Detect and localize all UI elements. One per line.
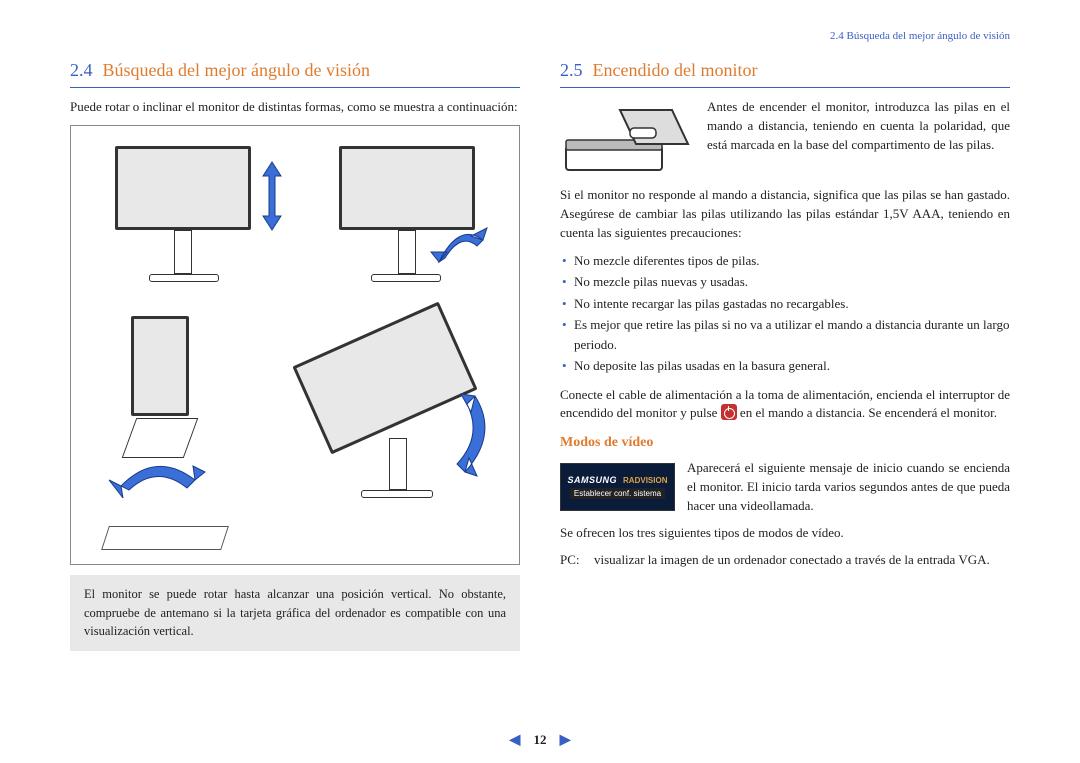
text-fragment: en el mando a distancia. Se encenderá el… — [737, 405, 997, 420]
list-item: No deposite las pilas usadas en la basur… — [560, 356, 1010, 376]
section-title: Búsqueda del mejor ángulo de visión — [103, 60, 370, 80]
list-item: Es mejor que retire las pilas si no va a… — [560, 315, 1010, 354]
page-number: 12 — [534, 732, 547, 747]
section-title: Encendido del monitor — [593, 60, 758, 80]
paragraph-video-modes-intro: Se ofrecen los tres siguientes tipos de … — [560, 524, 1010, 543]
definition-body: visualizar la imagen de un ordenador con… — [594, 551, 990, 570]
list-item: No intente recargar las pilas gastadas n… — [560, 294, 1010, 314]
next-page-arrow-icon[interactable]: ▶ — [550, 733, 581, 748]
note-box: El monitor se puede rotar hasta alcanzar… — [70, 575, 520, 651]
section-number: 2.5 — [560, 60, 583, 80]
subsection-video-modes: Modos de vídeo — [560, 435, 1010, 451]
definition-pc: PC: visualizar la imagen de un ordenador… — [560, 551, 1010, 570]
brand-samsung: SAMSUNG — [568, 475, 618, 485]
right-column: 2.5Encendido del monitor Antes de encend… — [560, 60, 1010, 651]
pager: ◀ 12 ▶ — [0, 732, 1080, 749]
section-2-5-heading: 2.5 Encendido del monitor — [560, 60, 1010, 81]
rotation-figure — [70, 125, 520, 565]
tilt-arrow-icon — [429, 222, 489, 270]
power-button-icon — [721, 404, 737, 420]
left-column: 2.4 Búsqueda del mejor ángulo de visión P… — [70, 60, 520, 651]
precautions-list: No mezcle diferentes tipos de pilas. No … — [560, 251, 1010, 376]
section-2-4-heading: 2.4 Búsqueda del mejor ángulo de visión — [70, 60, 520, 81]
list-item: No mezcle diferentes tipos de pilas. — [560, 251, 1010, 271]
list-item: No mezcle pilas nuevas y usadas. — [560, 272, 1010, 292]
paragraph-power-on: Conecte el cable de alimentación a la to… — [560, 386, 1010, 424]
two-column-layout: 2.4 Búsqueda del mejor ángulo de visión P… — [70, 60, 1010, 651]
remote-battery-figure — [560, 102, 695, 182]
definition-term: PC: — [560, 551, 584, 570]
heading-rule — [70, 87, 520, 88]
startup-message-figure: SAMSUNG RADVISION Establecer conf. siste… — [560, 463, 675, 511]
heading-rule — [560, 87, 1010, 88]
section-number: 2.4 — [70, 60, 93, 80]
vertical-arrow-icon — [259, 160, 285, 232]
startup-message-text: Establecer conf. sistema — [570, 488, 665, 499]
paragraph-batteries-replace: Si el monitor no responde al mando a dis… — [560, 186, 1010, 243]
swivel-arrow-icon — [101, 456, 211, 516]
brand-radvision: RADVISION — [623, 476, 667, 485]
intro-paragraph: Puede rotar o inclinar el monitor de dis… — [70, 98, 520, 117]
running-header: 2.4 Búsqueda del mejor ángulo de visión — [70, 30, 1010, 42]
rotate-arrow-icon — [425, 390, 491, 480]
prev-page-arrow-icon[interactable]: ◀ — [499, 733, 530, 748]
